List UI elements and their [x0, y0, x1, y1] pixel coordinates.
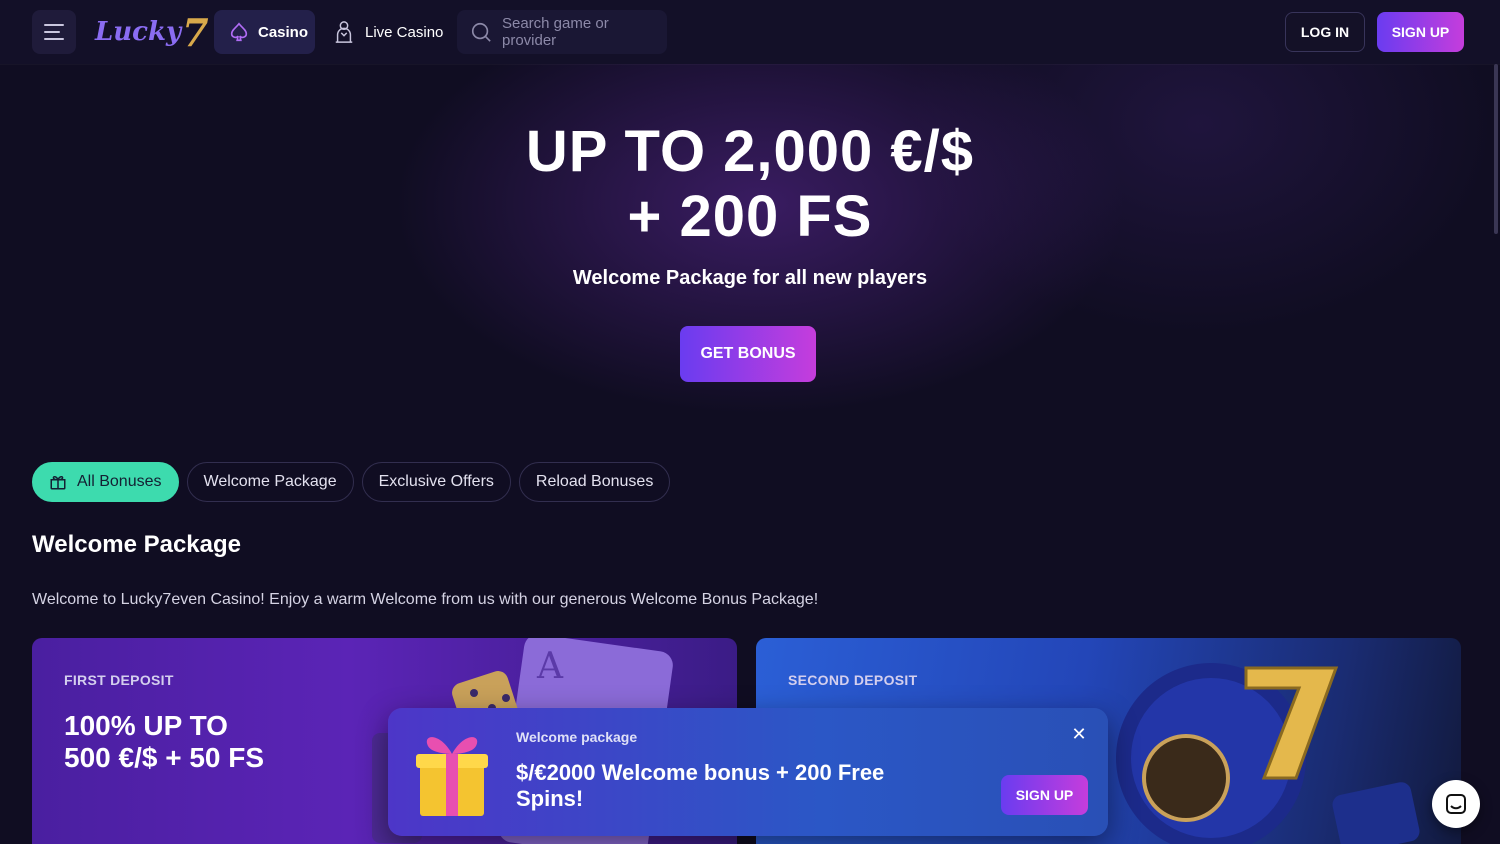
chat-icon[interactable] [1432, 780, 1480, 828]
popup-signup-button[interactable]: SIGN UP [1001, 775, 1088, 815]
card-title-line1: 100% UP TO [64, 710, 228, 741]
filter-exclusive-offers[interactable]: Exclusive Offers [361, 462, 511, 502]
hero-subtitle: Welcome Package for all new players [572, 267, 928, 289]
popup-title: $/€2000 Welcome bonus + 200 Free Spins! [516, 760, 885, 811]
hero-title-line2: + 200 FS [627, 184, 873, 249]
menu-icon[interactable] [32, 10, 76, 54]
gift-box-icon [416, 737, 488, 816]
filter-all-bonuses[interactable]: All Bonuses [32, 462, 179, 502]
card-label: FIRST DEPOSIT [64, 672, 174, 688]
gift-icon [50, 475, 66, 490]
login-button[interactable]: LOG IN [1285, 12, 1365, 52]
filter-label: Reload Bonuses [535, 473, 654, 490]
filter-label: Welcome Package [203, 473, 337, 490]
chat-bubble-icon [1446, 794, 1466, 814]
logo-text: Lucky [95, 17, 182, 47]
spade-icon [230, 22, 248, 42]
nav-live-casino[interactable]: Live Casino [333, 10, 443, 54]
logo[interactable]: Lucky 7 [95, 10, 209, 55]
card-title: 100% UP TO 500 €/$ + 50 FS [64, 710, 264, 774]
search-input[interactable]: Search game or provider [457, 10, 667, 54]
close-icon[interactable]: ✕ [1070, 724, 1088, 746]
top-bar: Lucky 7 Casino Live Casino Search game or… [0, 0, 1500, 64]
svg-text:A: A [536, 646, 564, 687]
popup-label: Welcome package [516, 729, 638, 745]
hero-title-line1: UP TO 2,000 €/$ [525, 119, 975, 184]
filter-label: Exclusive Offers [378, 473, 494, 490]
filter-welcome-package[interactable]: Welcome Package [186, 462, 354, 502]
section-description: Welcome to Lucky7even Casino! Enjoy a wa… [32, 591, 819, 608]
nav-casino-label: Casino [258, 23, 309, 41]
bonus-filters: All Bonuses Welcome Package Exclusive Of… [32, 462, 671, 502]
get-bonus-button[interactable]: GET BONUS [680, 326, 816, 382]
nav-live-casino-label: Live Casino [365, 23, 444, 41]
search-icon [471, 22, 491, 42]
search-placeholder: Search game or provider [501, 15, 609, 49]
card-art-slot-seven [1116, 663, 1420, 844]
card-title-line2: 500 €/$ + 50 FS [64, 742, 265, 773]
card-label: SECOND DEPOSIT [788, 672, 918, 688]
nav-casino[interactable]: Casino [214, 10, 315, 54]
filter-label: All Bonuses [77, 473, 162, 490]
logo-seven: 7 [182, 9, 209, 55]
welcome-popup: Welcome package $/€2000 Welcome bonus + … [388, 708, 1108, 836]
signup-button[interactable]: SIGN UP [1377, 12, 1464, 52]
dealer-icon [335, 21, 353, 43]
filter-reload-bonuses[interactable]: Reload Bonuses [518, 462, 671, 502]
section-title: Welcome Package [32, 531, 242, 558]
